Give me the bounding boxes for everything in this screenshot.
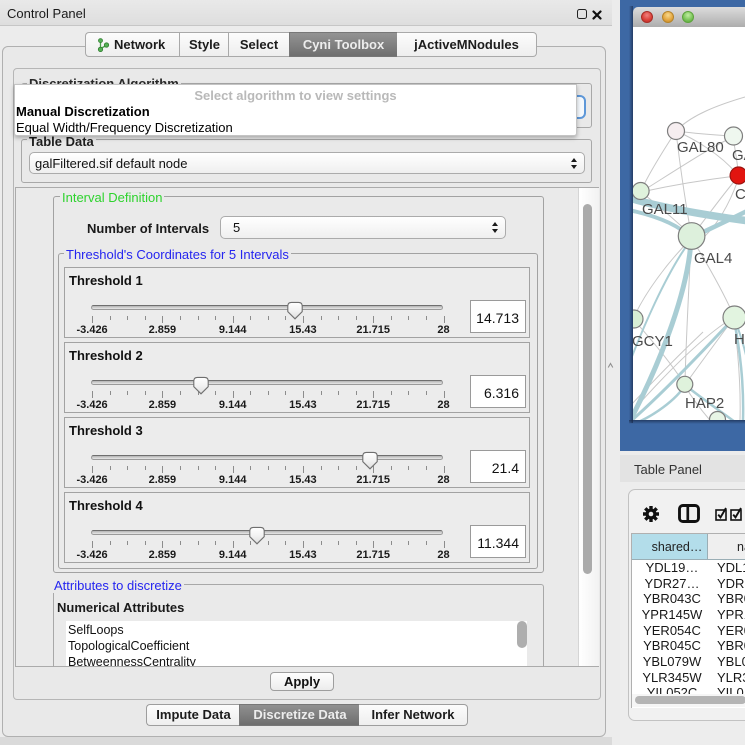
svg-text:HAP2: HAP2 <box>685 395 724 412</box>
svg-text:C: C <box>735 186 745 203</box>
svg-text:GAL11: GAL11 <box>642 201 688 218</box>
svg-text:H: H <box>734 331 745 348</box>
svg-text:GAL4: GAL4 <box>694 250 732 267</box>
svg-text:GAL80: GAL80 <box>677 139 724 156</box>
svg-text:GCY1: GCY1 <box>633 333 673 350</box>
svg-text:GA: GA <box>732 147 745 164</box>
